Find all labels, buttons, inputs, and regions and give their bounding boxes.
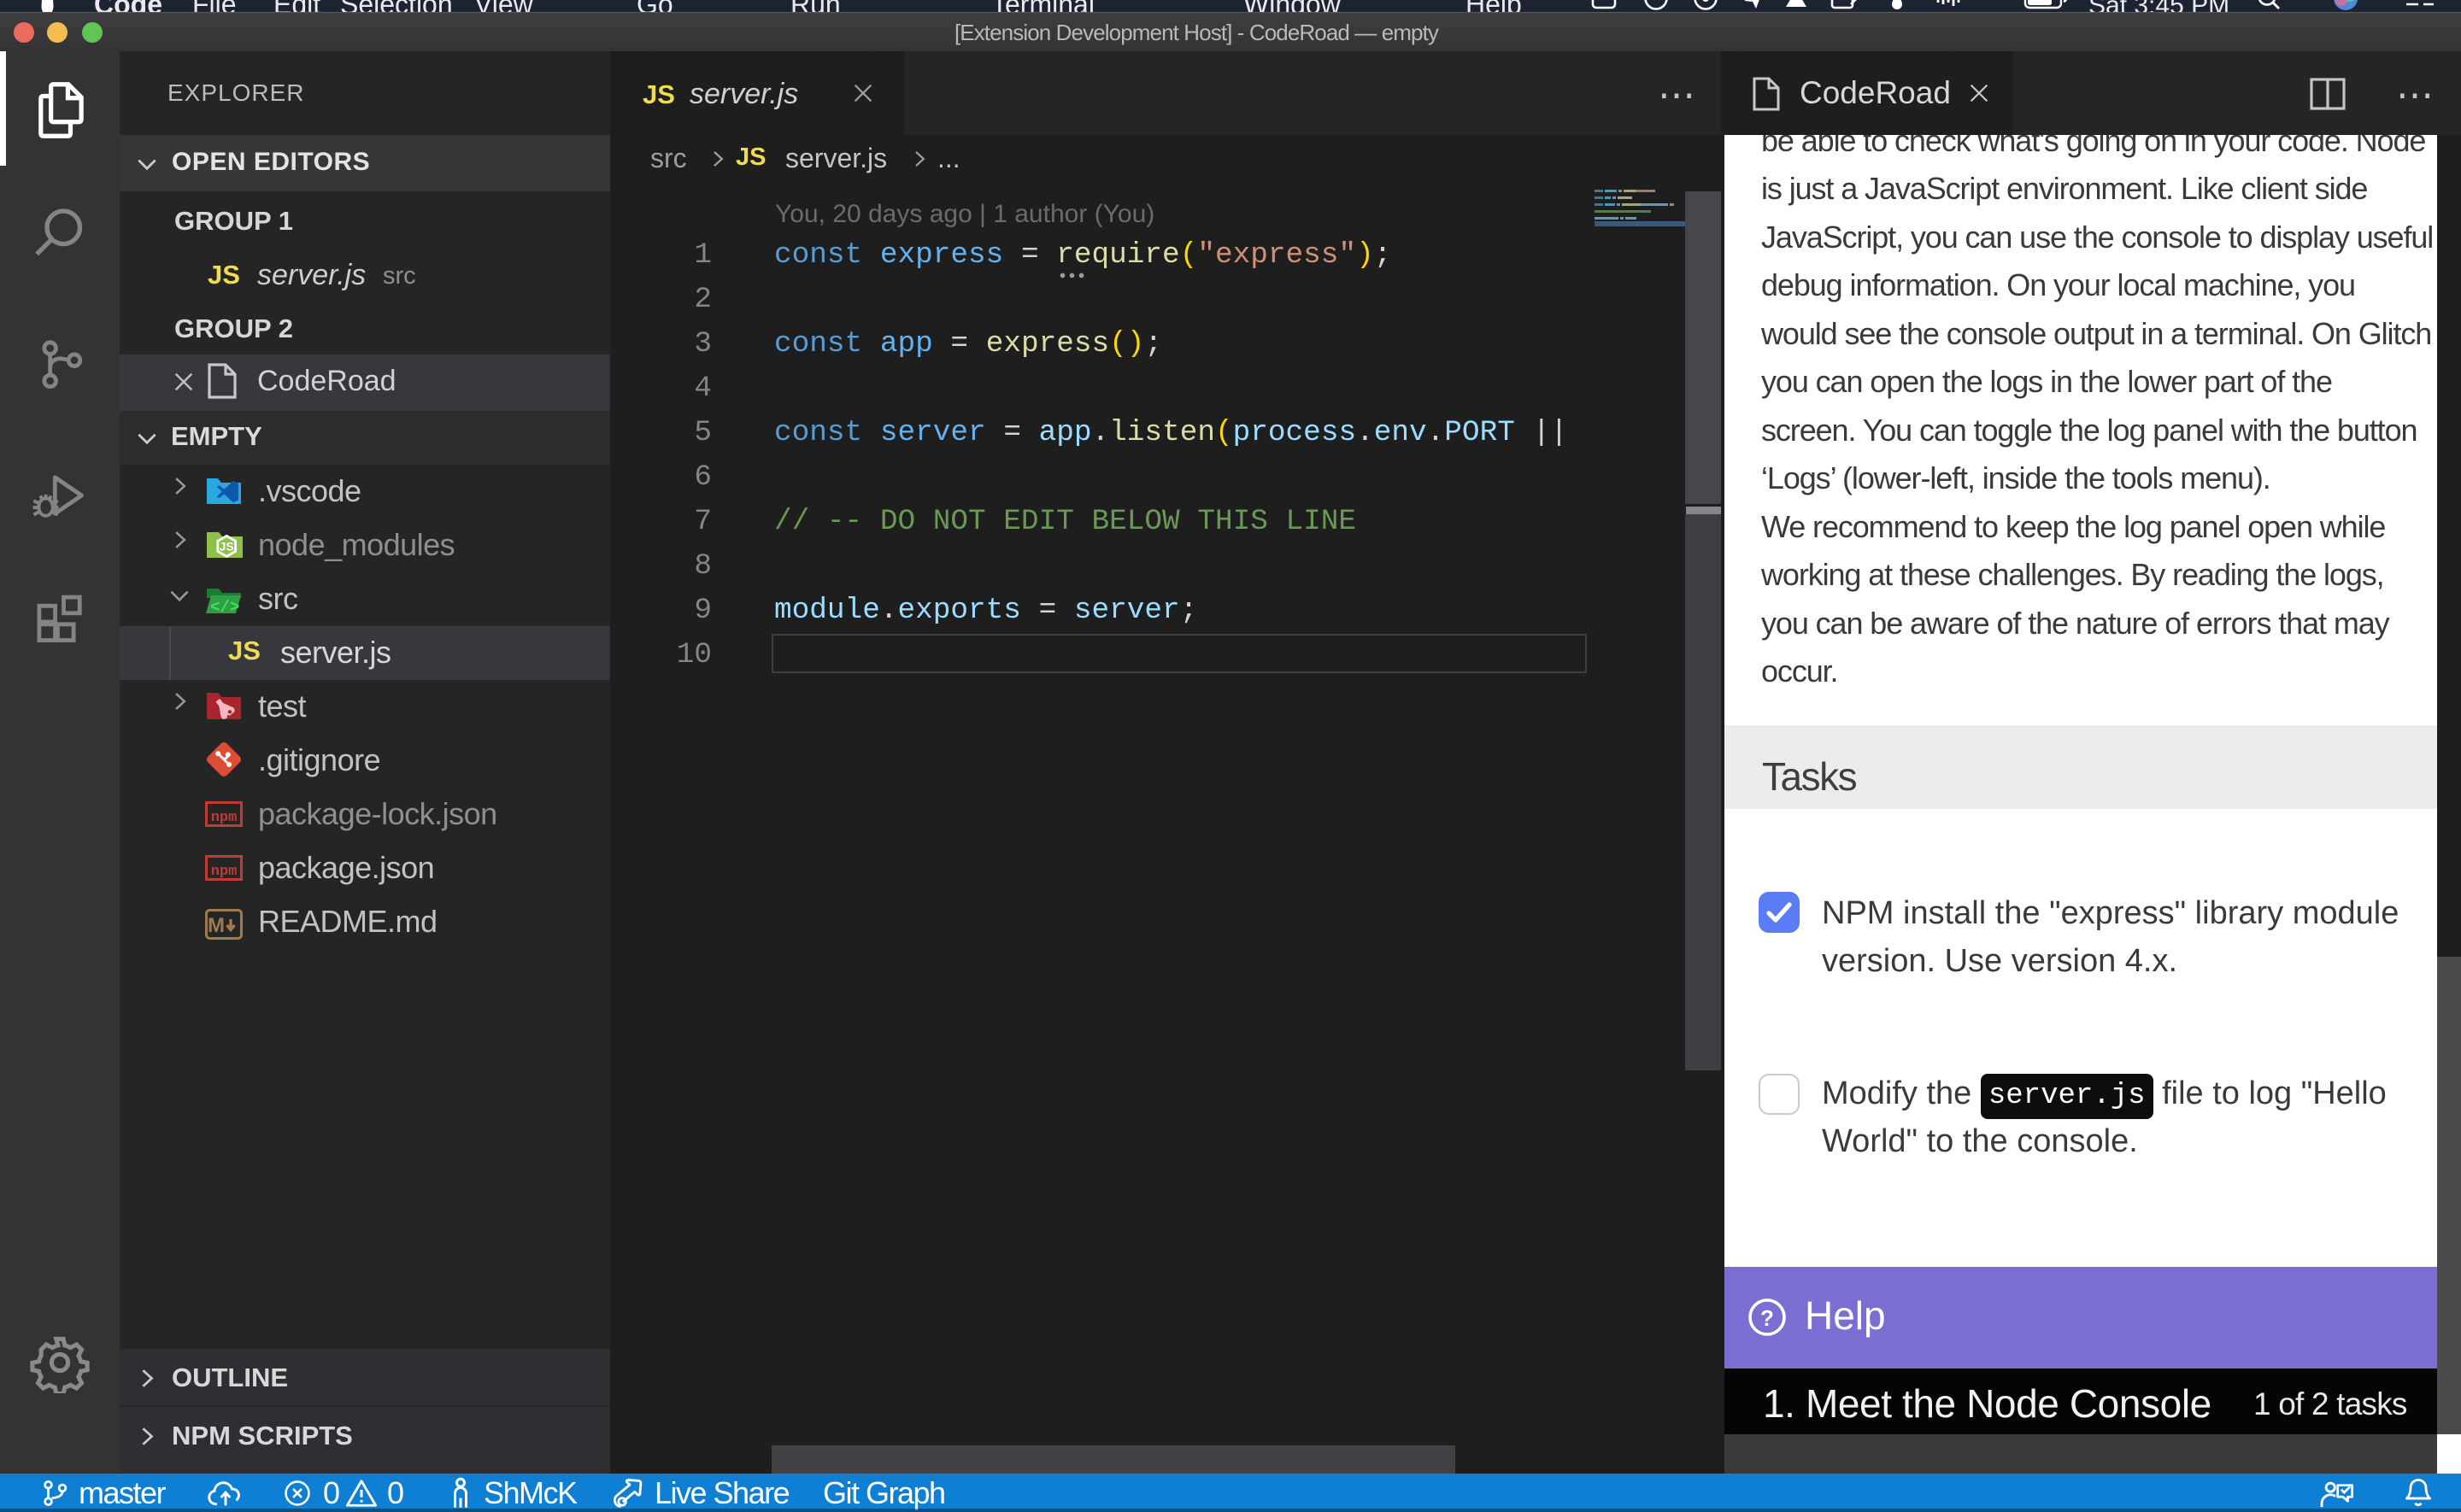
svg-text:JS: JS <box>220 540 234 554</box>
svg-text:?: ? <box>1760 1305 1774 1331</box>
svg-text:M: M <box>208 914 225 937</box>
svg-text:npm: npm <box>211 864 238 880</box>
svg-text:npm: npm <box>211 810 238 826</box>
svg-text:</>: </> <box>210 598 239 617</box>
